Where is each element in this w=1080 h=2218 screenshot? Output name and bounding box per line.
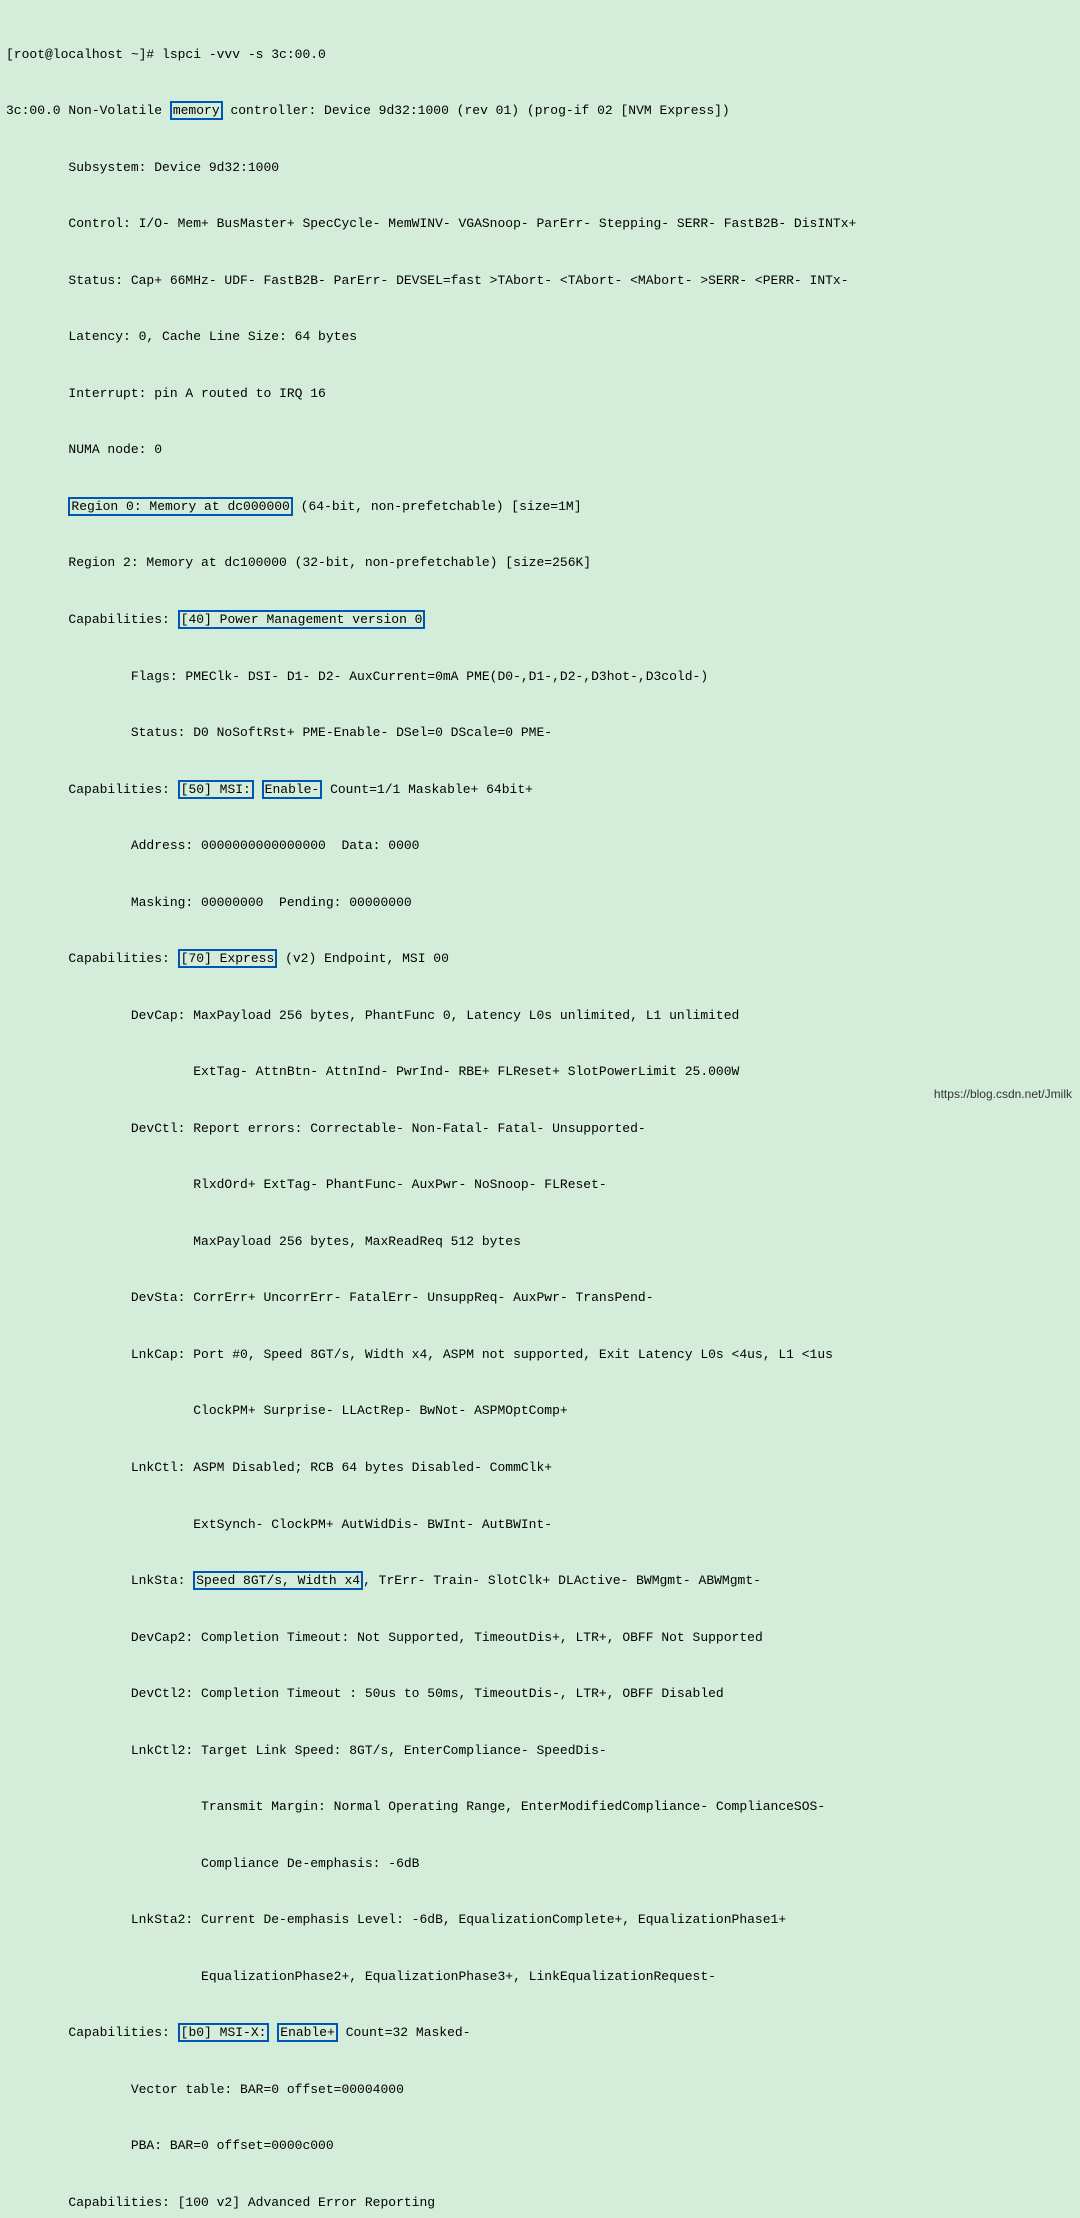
timeout-text: Timeout : <box>287 1686 357 1701</box>
line-3: Subsystem: Device 9d32:1000 <box>6 159 1074 178</box>
line-30: DevCtl2: Completion Timeout : 50us to 50… <box>6 1685 1074 1704</box>
line-19: ExtTag- AttnBtn- AttnInd- PwrInd- RBE+ F… <box>6 1063 1074 1082</box>
line-12: Flags: PMEClk- DSI- D1- D2- AuxCurrent=0… <box>6 668 1074 687</box>
line-5: Status: Cap+ 66MHz- UDF- FastB2B- ParErr… <box>6 272 1074 291</box>
line-28: LnkSta: Speed 8GT/s, Width x4, TrErr- Tr… <box>6 1572 1074 1591</box>
line-23: DevSta: CorrErr+ UncorrErr- FatalErr- Un… <box>6 1289 1074 1308</box>
line-16: Masking: 00000000 Pending: 00000000 <box>6 894 1074 913</box>
highlight-cap40: [40] Power Management version 0 <box>178 610 426 629</box>
watermark: https://blog.csdn.net/Jmilk <box>934 1087 1072 1101</box>
line-31: LnkCtl2: Target Link Speed: 8GT/s, Enter… <box>6 1742 1074 1761</box>
highlight-memory: memory <box>170 101 223 120</box>
highlight-region0: Region 0: Memory at dc000000 <box>68 497 292 516</box>
line-15: Address: 0000000000000000 Data: 0000 <box>6 837 1074 856</box>
line-22: MaxPayload 256 bytes, MaxReadReq 512 byt… <box>6 1233 1074 1252</box>
line-29: DevCap2: Completion Timeout: Not Support… <box>6 1629 1074 1648</box>
line-33: Compliance De-emphasis: -6dB <box>6 1855 1074 1874</box>
highlight-cap70: [70] Express <box>178 949 278 968</box>
highlight-enable-minus: Enable- <box>262 780 323 799</box>
highlight-enable-plus: Enable+ <box>277 2023 338 2042</box>
line-32: Transmit Margin: Normal Operating Range,… <box>6 1798 1074 1817</box>
reporting-text: Reporting <box>365 2195 435 2210</box>
line-14: Capabilities: [50] MSI: Enable- Count=1/… <box>6 781 1074 800</box>
completion-text: Completion <box>201 1630 279 1645</box>
line-11: Capabilities: [40] Power Management vers… <box>6 611 1074 630</box>
line-24: LnkCap: Port #0, Speed 8GT/s, Width x4, … <box>6 1346 1074 1365</box>
line-13: Status: D0 NoSoftRst+ PME-Enable- DSel=0… <box>6 724 1074 743</box>
line-8: NUMA node: 0 <box>6 441 1074 460</box>
line-21: RlxdOrd+ ExtTag- PhantFunc- AuxPwr- NoSn… <box>6 1176 1074 1195</box>
terminal-output: [root@localhost ~]# lspci -vvv -s 3c:00.… <box>0 0 1080 2218</box>
line-39: Capabilities: [100 v2] Advanced Error Re… <box>6 2194 1074 2213</box>
line-10: Region 2: Memory at dc100000 (32-bit, no… <box>6 554 1074 573</box>
highlight-msix-b0: [b0] MSI-X: <box>178 2023 270 2042</box>
line-6: Latency: 0, Cache Line Size: 64 bytes <box>6 328 1074 347</box>
line-20: DevCtl: Report errors: Correctable- Non-… <box>6 1120 1074 1139</box>
line-27: ExtSynch- ClockPM+ AutWidDis- BWInt- Aut… <box>6 1516 1074 1535</box>
line-9: Region 0: Memory at dc000000 (64-bit, no… <box>6 498 1074 517</box>
line-7: Interrupt: pin A routed to IRQ 16 <box>6 385 1074 404</box>
line-25: ClockPM+ Surprise- LLActRep- BwNot- ASPM… <box>6 1402 1074 1421</box>
line-38: PBA: BAR=0 offset=0000c000 <box>6 2137 1074 2156</box>
line-34: LnkSta2: Current De-emphasis Level: -6dB… <box>6 1911 1074 1930</box>
line-18: DevCap: MaxPayload 256 bytes, PhantFunc … <box>6 1007 1074 1026</box>
line-4: Control: I/O- Mem+ BusMaster+ SpecCycle-… <box>6 215 1074 234</box>
line-17: Capabilities: [70] Express (v2) Endpoint… <box>6 950 1074 969</box>
line-2: 3c:00.0 Non-Volatile memory controller: … <box>6 102 1074 121</box>
line-37: Vector table: BAR=0 offset=00004000 <box>6 2081 1074 2100</box>
line-26: LnkCtl: ASPM Disabled; RCB 64 bytes Disa… <box>6 1459 1074 1478</box>
line-1: [root@localhost ~]# lspci -vvv -s 3c:00.… <box>6 46 1074 65</box>
line-35: EqualizationPhase2+, EqualizationPhase3+… <box>6 1968 1074 1987</box>
highlight-msi50: [50] MSI: <box>178 780 254 799</box>
highlight-speed: Speed 8GT/s, Width x4 <box>193 1571 363 1590</box>
line-36: Capabilities: [b0] MSI-X: Enable+ Count=… <box>6 2024 1074 2043</box>
